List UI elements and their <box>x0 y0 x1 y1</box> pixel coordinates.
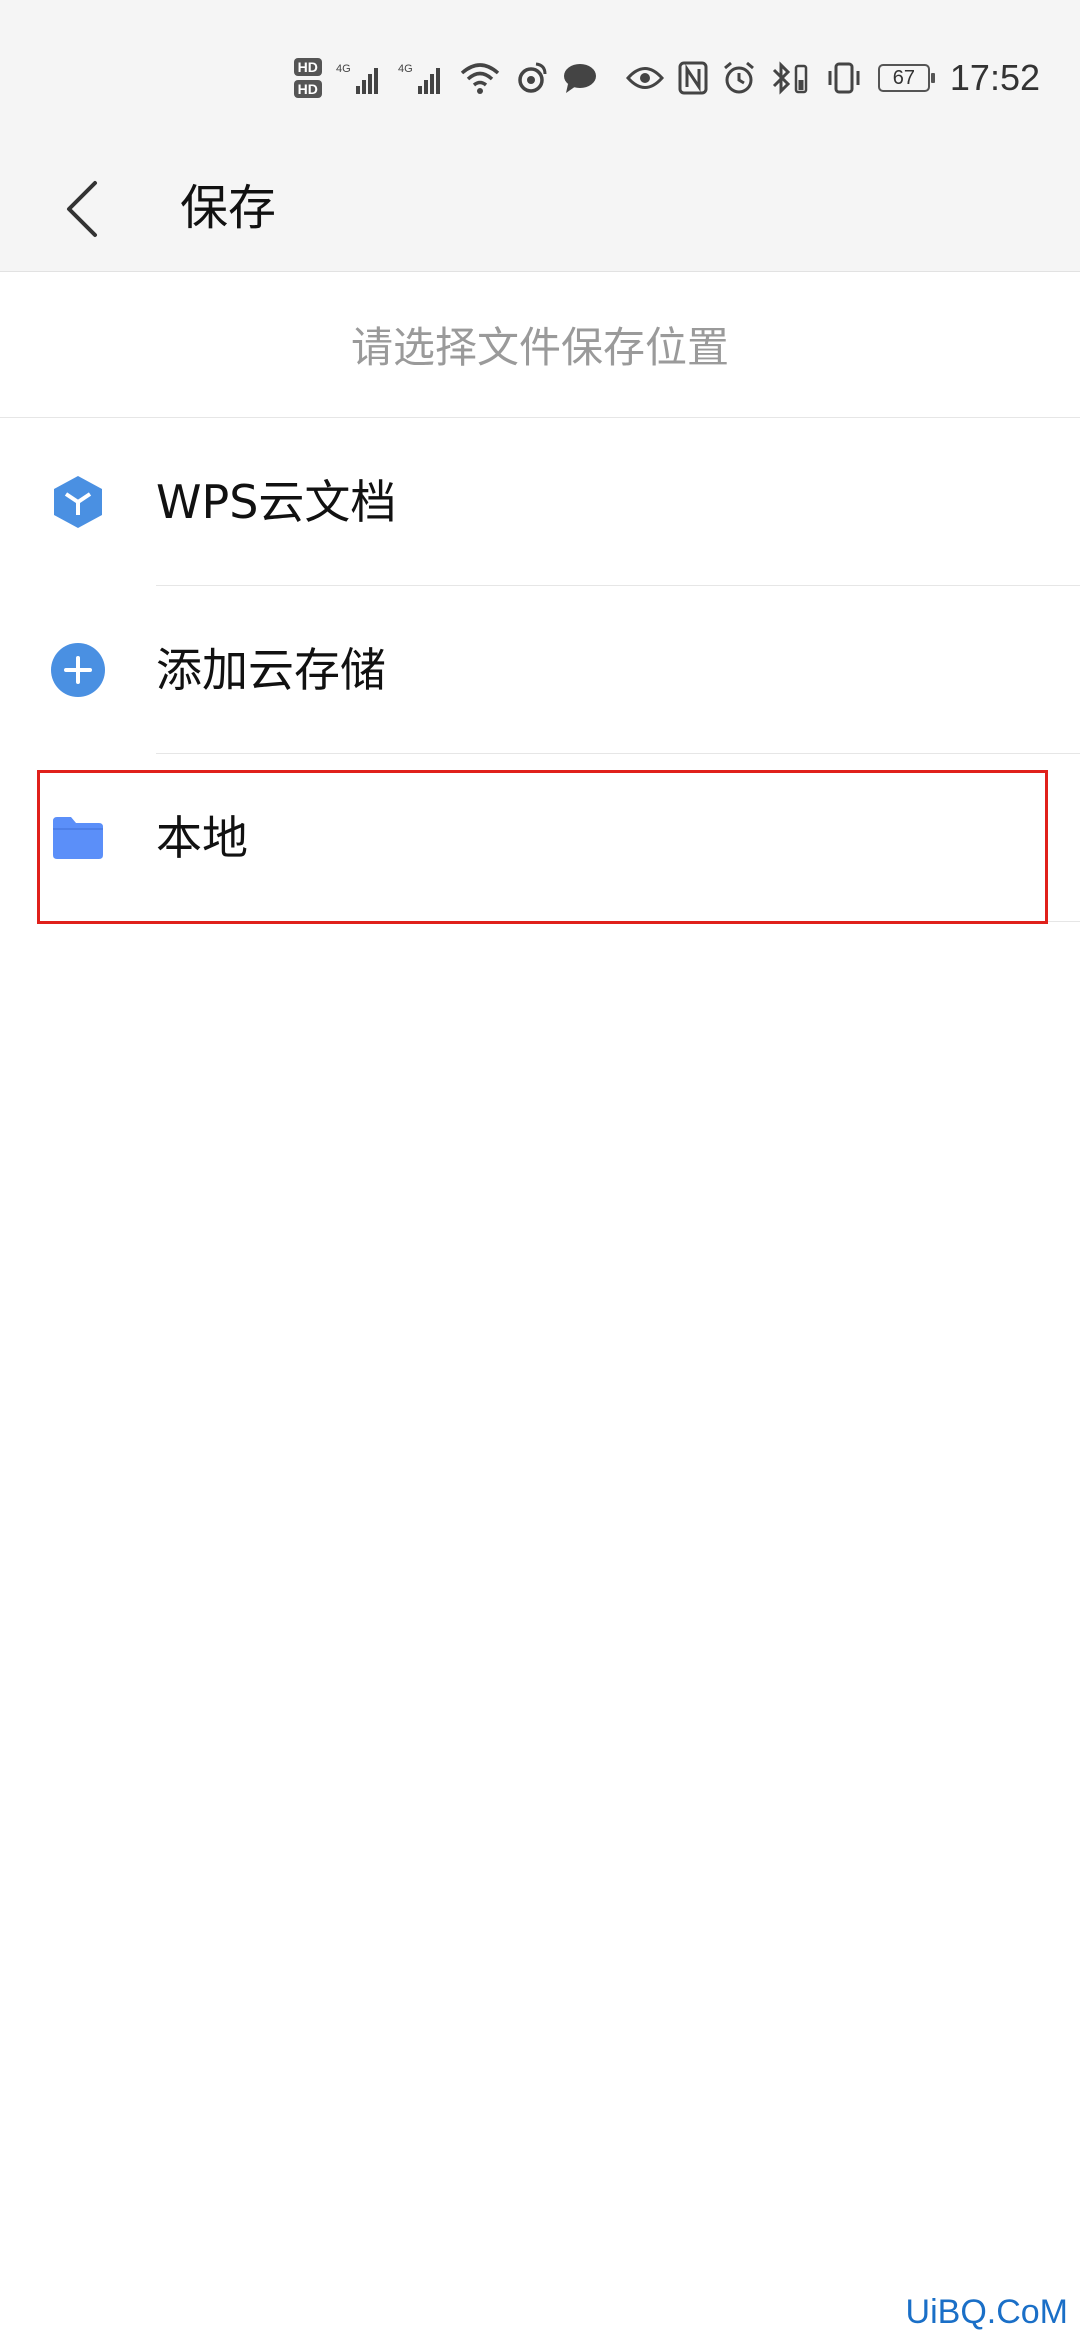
list-item-label: 添加云存储 <box>156 643 386 697</box>
list-item-label: WPS云文档 <box>156 475 397 529</box>
hd-voice-indicator: HD HD <box>293 58 322 98</box>
vibrate-icon <box>824 57 864 99</box>
toolbar: 保存 <box>0 150 1080 272</box>
list-item-wps-cloud[interactable]: WPS云文档 <box>0 418 1080 586</box>
plus-circle-icon <box>50 642 106 698</box>
status-icons: HD HD 4G 4G 67 17:52 <box>293 48 1040 108</box>
cell-signal-icon-1: 4G <box>336 57 384 99</box>
nfc-icon <box>678 57 708 99</box>
eye-icon <box>625 57 664 99</box>
bluetooth-battery-icon <box>770 57 810 99</box>
net-label-1: 4G <box>336 63 351 75</box>
status-time: 17:52 <box>949 57 1040 98</box>
hd-badge-1: HD <box>293 58 322 76</box>
hd-badge-2: HD <box>293 80 322 98</box>
divider <box>156 921 1080 922</box>
cube-icon <box>50 474 106 530</box>
back-button[interactable] <box>48 174 118 244</box>
list-item-local[interactable]: 本地 <box>0 754 1080 922</box>
message-icon <box>562 57 598 99</box>
weibo-icon <box>514 57 548 99</box>
list-item-label: 本地 <box>156 811 248 865</box>
list-item-add-cloud-storage[interactable]: 添加云存储 <box>0 586 1080 754</box>
cell-signal-icon-2: 4G <box>398 57 446 99</box>
location-prompt: 请选择文件保存位置 <box>0 272 1080 418</box>
chevron-left-icon <box>67 181 97 237</box>
watermark: UiBQ.CoM <box>905 2293 1068 2331</box>
save-location-list: WPS云文档 添加云存储 本地 <box>0 418 1080 922</box>
alarm-icon <box>722 57 756 99</box>
net-label-2: 4G <box>398 63 413 75</box>
status-bar: HD HD 4G 4G 67 17:52 <box>0 0 1080 150</box>
page-title: 保存 <box>180 180 277 236</box>
wifi-icon <box>460 57 500 99</box>
folder-icon <box>50 810 106 866</box>
battery-icon: 67 <box>877 64 935 92</box>
